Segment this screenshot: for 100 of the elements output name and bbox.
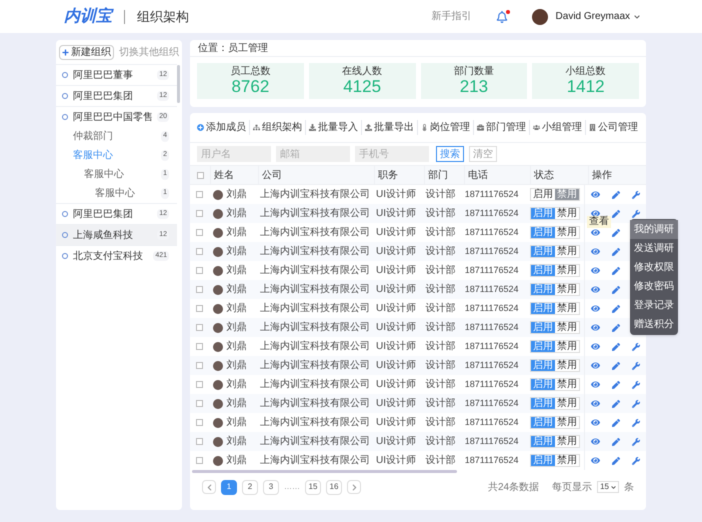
table-cell-text: 上海内训宝科技有限公司 (259, 396, 372, 411)
table-cell-text: UI设计师 (375, 244, 418, 259)
table-cell-text: UI设计师 (375, 358, 418, 373)
table-cell-text: UI设计师 (375, 434, 418, 449)
logo: 内训宝 (64, 6, 112, 26)
table-cell-text: UI设计师 (375, 378, 418, 392)
column-header: 职务 (374, 166, 424, 184)
table-cell-text: 18711176524 (464, 454, 520, 467)
table-cell-text: 18711176524 (464, 416, 520, 429)
table-cell-text: 刘鼎 (226, 282, 247, 297)
tree-label: 阿里巴巴集团 (73, 208, 134, 222)
per-page-unit: 条 (624, 480, 634, 494)
table-cell-text: 18711176524 (464, 434, 520, 448)
table-cell-text: 设计部 (424, 378, 456, 392)
table-cell-text: UI设计师 (375, 302, 418, 316)
table-cell-text: 设计部 (424, 188, 456, 202)
stat-value: 213 (460, 77, 488, 96)
stat-label: 小组总数 (566, 66, 606, 77)
table-cell-text: UI设计师 (375, 454, 418, 468)
table-cell-text: 设计部 (424, 226, 456, 240)
table-cell-text: 刘鼎 (226, 396, 247, 411)
table-cell-text: 设计部 (424, 454, 456, 468)
table-cell-text: UI设计师 (375, 206, 418, 221)
table-cell-text: 上海内训宝科技有限公司 (259, 206, 372, 221)
table-cell-text: 上海内训宝科技有限公司 (259, 244, 372, 259)
column-header: 公司 (258, 166, 374, 184)
stat-value: 8762 (231, 77, 270, 96)
stat-value: 4125 (343, 77, 382, 96)
table-cell-text: 刘鼎 (226, 244, 247, 259)
table-cell-text: 设计部 (424, 340, 456, 354)
table-cell-text: 刘鼎 (226, 264, 247, 278)
table-cell-text: 上海内训宝科技有限公司 (259, 226, 372, 240)
column-header: 部门 (424, 166, 464, 184)
table-cell-text: 设计部 (424, 264, 456, 278)
table-cell-text: 上海内训宝科技有限公司 (259, 282, 372, 297)
table-cell-text: 刘鼎 (226, 378, 247, 392)
table-cell-text: 设计部 (424, 396, 456, 411)
column-header: 电话 (464, 166, 530, 184)
column-header: 姓名 (210, 166, 258, 184)
table-cell-text: 刘鼎 (226, 226, 247, 240)
table-cell-text: 18711176524 (464, 320, 520, 334)
table-cell-text: 18711176524 (464, 244, 520, 258)
total-count: 共24条数据 (488, 480, 540, 494)
table-cell-text: 上海内训宝科技有限公司 (259, 340, 372, 354)
tree-label: 上海咸鱼科技 (73, 228, 134, 242)
table-cell-text: 上海内训宝科技有限公司 (259, 416, 372, 430)
tree-label: 阿里巴巴董事 (73, 68, 134, 82)
tooltip: 查看 (586, 216, 611, 228)
table-cell-text: 设计部 (424, 282, 456, 297)
table-cell-text: 刘鼎 (226, 302, 247, 316)
table-cell-text: 刘鼎 (226, 416, 247, 430)
tree-label: 客服中心 (95, 186, 136, 201)
table-cell-text: 18711176524 (464, 226, 520, 239)
table-cell-text: 设计部 (424, 358, 456, 373)
table-cell-text: 18711176524 (464, 282, 520, 296)
table-cell-text: UI设计师 (375, 282, 418, 297)
table-cell-text: 18711176524 (464, 396, 520, 410)
table-cell-text: 18711176524 (464, 206, 520, 220)
table-cell-text: 上海内训宝科技有限公司 (259, 320, 372, 335)
table-cell-text: 设计部 (424, 416, 456, 430)
table-cell-text: 刘鼎 (226, 206, 247, 221)
table-cell-text: UI设计师 (375, 264, 418, 278)
table-cell-text: 上海内训宝科技有限公司 (259, 358, 372, 373)
table-cell-text: 18711176524 (464, 188, 520, 201)
table-cell-text: UI设计师 (375, 396, 418, 411)
table-cell-text: UI设计师 (375, 416, 418, 430)
table-cell-text: 18711176524 (464, 358, 520, 372)
tree-label: 仲裁部门 (73, 130, 114, 144)
table-cell-text: 上海内训宝科技有限公司 (259, 188, 372, 202)
table-cell-text: UI设计师 (375, 188, 418, 202)
table-cell-text: 刘鼎 (226, 358, 247, 373)
tree-label: 阿里巴巴中国零售 (73, 110, 154, 124)
tree-label: 客服中心 (73, 148, 114, 163)
table-cell-text: 上海内训宝科技有限公司 (259, 434, 372, 449)
stat-label: 部门数量 (454, 66, 494, 77)
column-header: 操作 (588, 166, 646, 184)
table-cell-text: 设计部 (424, 302, 456, 316)
table-cell-text: 刘鼎 (226, 434, 247, 449)
table-cell-text: 上海内训宝科技有限公司 (259, 378, 372, 392)
per-page-label: 每页显示 (552, 480, 592, 494)
stat-label: 员工总数 (230, 66, 270, 77)
column-header: 状态 (530, 166, 588, 184)
stat-label: 在线人数 (342, 66, 382, 77)
table-cell-text: 设计部 (424, 244, 456, 259)
table-cell-text: 上海内训宝科技有限公司 (259, 454, 372, 468)
table-cell-text: 18711176524 (464, 340, 520, 353)
table-cell-text: 18711176524 (464, 378, 520, 391)
tree-label: 北京支付宝科技 (73, 250, 144, 264)
location-text: 位置：员工管理 (190, 40, 646, 57)
page-ellipsis: …… (284, 481, 300, 493)
table-cell-text: 设计部 (424, 434, 456, 449)
stat-value: 1412 (566, 77, 605, 96)
table-cell-text: 刘鼎 (226, 454, 247, 468)
table-cell-text: 上海内训宝科技有限公司 (259, 302, 372, 316)
table-cell-text: 刘鼎 (226, 320, 247, 335)
table-cell-text: 刘鼎 (226, 188, 247, 202)
tree-label: 客服中心 (84, 168, 125, 182)
table-cell-text: 18711176524 (464, 302, 520, 315)
table-cell-text: UI设计师 (375, 340, 418, 354)
table-cell-text: 上海内训宝科技有限公司 (259, 264, 372, 278)
